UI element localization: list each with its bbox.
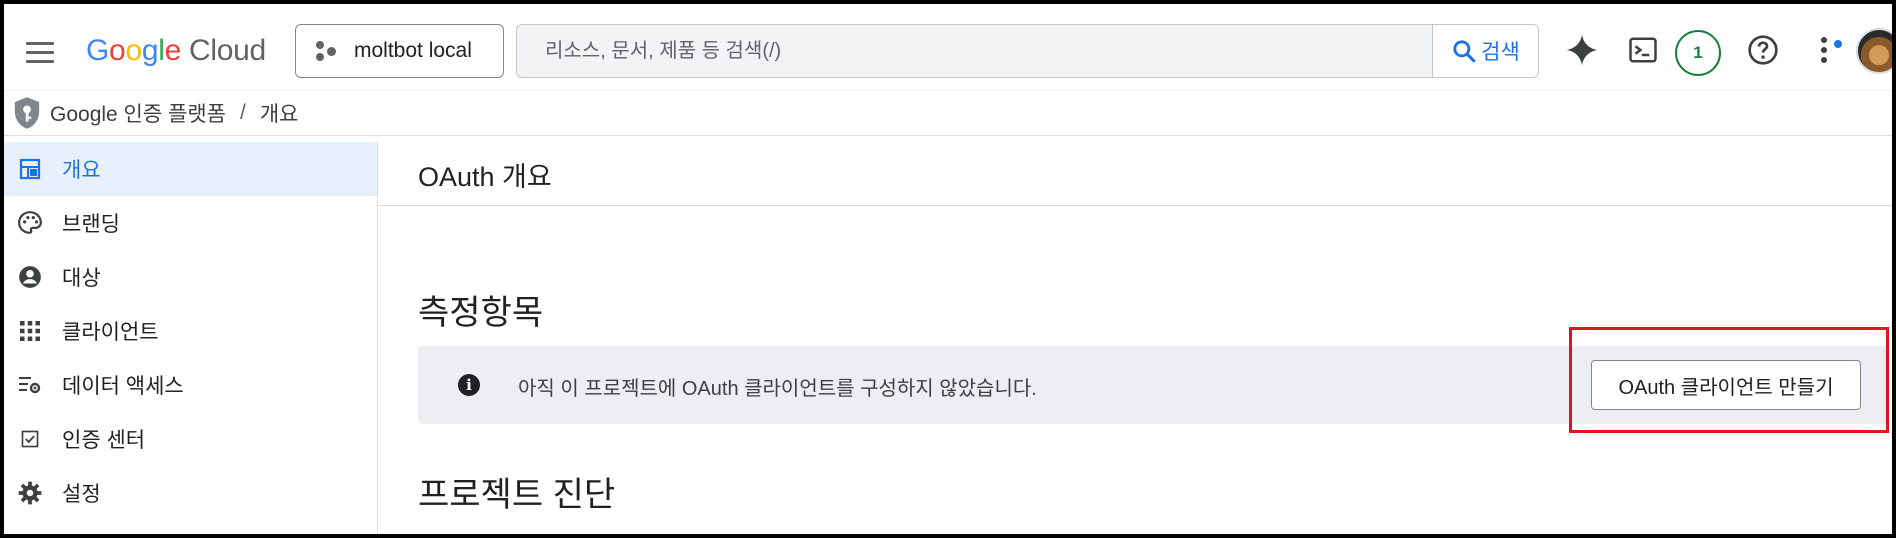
sidebar-item-label: 설정 — [62, 483, 101, 506]
cloud-shell-icon[interactable] — [1623, 30, 1663, 70]
sidebar-item-settings[interactable]: 설정 — [4, 466, 377, 520]
account-circle-icon — [16, 263, 44, 291]
breadcrumb-product[interactable]: Google 인증 플랫폼 — [50, 98, 226, 128]
apps-grid-icon — [16, 317, 44, 345]
sidebar-item-label: 대상 — [62, 267, 101, 290]
notification-count-badge[interactable]: 1 — [1675, 30, 1721, 76]
create-oauth-client-button[interactable]: OAuth 클라이언트 만들기 — [1591, 360, 1861, 410]
search-button[interactable]: 검색 — [1432, 25, 1538, 77]
gear-icon — [16, 479, 44, 507]
sidebar: 개요 브랜딩 대상 클라이언트 데이터 액세스 인증 센터 설정 — [4, 142, 378, 534]
search-bar: 검색 — [516, 24, 1539, 78]
sidebar-item-label: 브랜딩 — [62, 213, 120, 236]
metrics-heading: 측정항목 — [418, 294, 544, 332]
sidebar-item-verification-center[interactable]: 인증 센터 — [4, 412, 377, 466]
palette-icon — [16, 209, 44, 237]
top-app-bar: GoogleCloud moltbot local 검색 1 — [4, 4, 1892, 90]
search-input[interactable] — [517, 25, 1432, 77]
more-vert-icon[interactable] — [1804, 30, 1844, 70]
shield-key-icon — [14, 97, 40, 129]
app-window: GoogleCloud moltbot local 검색 1 — [4, 4, 1892, 534]
sidebar-item-label: 인증 센터 — [62, 429, 146, 452]
sidebar-item-label: 데이터 액세스 — [62, 375, 184, 398]
verified-checkbox-icon — [16, 425, 44, 453]
dashboard-icon — [16, 155, 44, 183]
sidebar-item-audience[interactable]: 대상 — [4, 250, 377, 304]
help-icon[interactable] — [1743, 30, 1783, 70]
avatar[interactable] — [1856, 28, 1892, 74]
info-banner: i 아직 이 프로젝트에 OAuth 클라이언트를 구성하지 않았습니다. OA… — [418, 346, 1888, 424]
info-icon: i — [458, 374, 480, 396]
banner-message: 아직 이 프로젝트에 OAuth 클라이언트를 구성하지 않았습니다. — [518, 378, 1037, 400]
page-title-bar: OAuth 개요 — [379, 137, 1892, 206]
breadcrumb-separator: / — [240, 101, 246, 124]
project-diagnostics-heading: 프로젝트 진단 — [418, 476, 616, 514]
gemini-sparkle-icon[interactable] — [1562, 30, 1602, 70]
project-hub-icon — [316, 40, 338, 62]
data-access-icon — [16, 371, 44, 399]
sidebar-item-label: 개요 — [62, 159, 101, 182]
main-content: OAuth 개요 측정항목 i 아직 이 프로젝트에 OAuth 클라이언트를 … — [379, 137, 1892, 534]
breadcrumb: Google 인증 플랫폼 / 개요 — [4, 90, 1892, 136]
notification-dot — [1834, 40, 1842, 48]
menu-icon[interactable] — [16, 32, 64, 72]
sidebar-item-branding[interactable]: 브랜딩 — [4, 196, 377, 250]
sidebar-item-label: 클라이언트 — [62, 321, 159, 344]
search-button-label: 검색 — [1481, 41, 1520, 64]
page-title: OAuth 개요 — [418, 162, 552, 192]
breadcrumb-current: 개요 — [259, 103, 299, 126]
sidebar-item-clients[interactable]: 클라이언트 — [4, 304, 377, 358]
google-cloud-logo[interactable]: Google Cloud — [86, 34, 266, 68]
search-icon — [1453, 40, 1476, 63]
project-picker-button[interactable]: moltbot local — [295, 24, 504, 78]
project-name: moltbot local — [354, 39, 472, 62]
sidebar-item-data-access[interactable]: 데이터 액세스 — [4, 358, 377, 412]
logo-cloud-text: Cloud — [188, 34, 266, 67]
sidebar-item-overview[interactable]: 개요 — [4, 142, 377, 196]
